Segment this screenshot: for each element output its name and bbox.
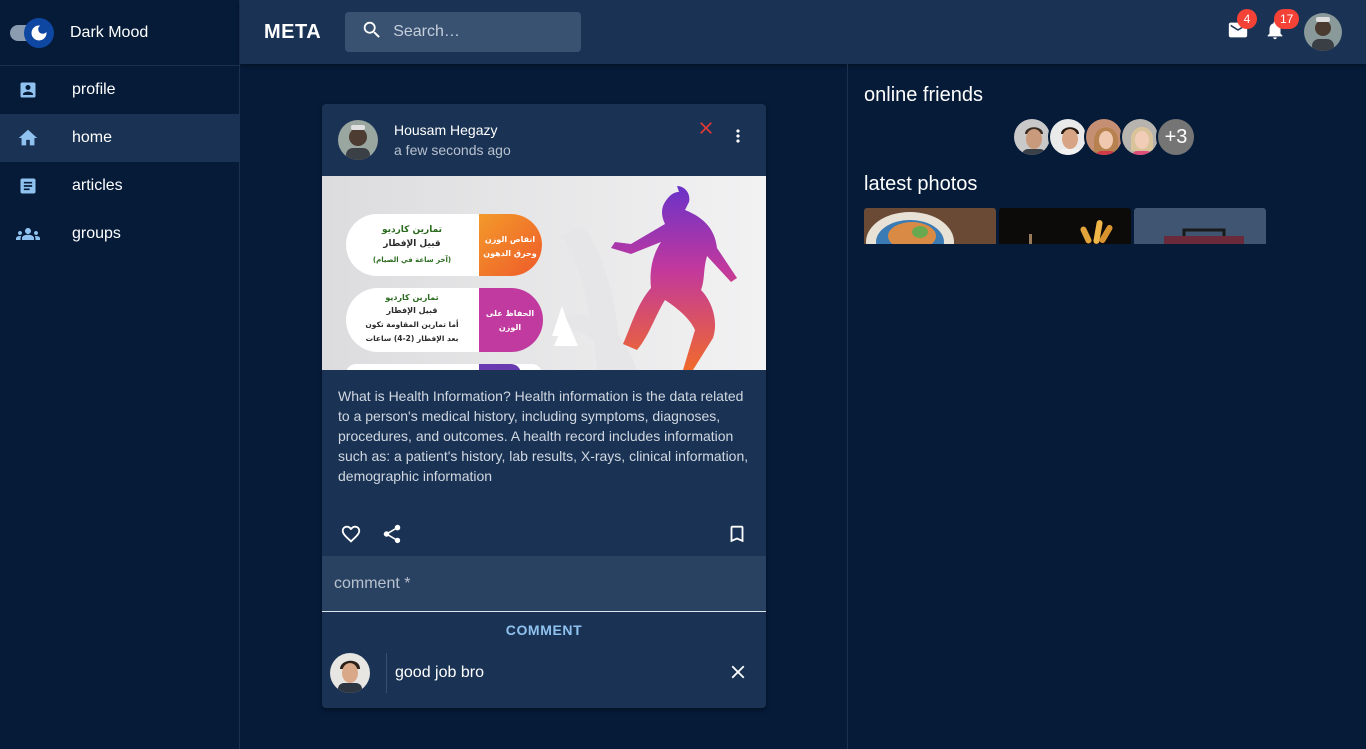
comment-item: good job bro bbox=[322, 648, 766, 698]
friend-avatar[interactable] bbox=[1012, 117, 1052, 157]
heart-outline-icon bbox=[341, 525, 361, 543]
comment-submit-button[interactable]: COMMENT bbox=[322, 612, 766, 648]
close-icon bbox=[731, 665, 745, 679]
share-icon bbox=[383, 524, 401, 544]
search-box[interactable] bbox=[345, 12, 582, 52]
online-friends-title: online friends bbox=[864, 84, 983, 106]
sidebar-item-label: profile bbox=[72, 81, 116, 98]
image-text: انقاص الوزن bbox=[485, 235, 536, 245]
search-icon bbox=[361, 19, 383, 46]
post-author: Housam Hegazy bbox=[394, 122, 498, 138]
home-icon bbox=[16, 126, 40, 150]
delete-comment-button[interactable] bbox=[726, 660, 750, 684]
moon-icon bbox=[24, 17, 54, 48]
more-vert-icon bbox=[736, 129, 740, 143]
post-header: Housam Hegazy a few seconds ago bbox=[322, 104, 766, 176]
sidebar-item-label: home bbox=[72, 129, 113, 146]
dark-mode-switch[interactable] bbox=[8, 17, 56, 49]
like-button[interactable] bbox=[331, 514, 371, 554]
image-text: الحفاظ على bbox=[486, 309, 534, 318]
theme-toggle-row: Dark Mood bbox=[0, 0, 239, 66]
commenter-avatar[interactable] bbox=[330, 653, 370, 693]
notifications-button[interactable]: 17 bbox=[1261, 9, 1300, 52]
photo-thumbnail[interactable] bbox=[999, 208, 1131, 244]
image-text: بعد الإفطار (2-4) ساعات bbox=[366, 334, 459, 343]
latest-photos-title: latest photos bbox=[864, 173, 978, 195]
sidebar-item-label: articles bbox=[72, 177, 123, 194]
close-icon bbox=[700, 122, 712, 134]
comment-divider bbox=[386, 653, 387, 693]
image-text: الوزن bbox=[499, 323, 521, 332]
author-avatar[interactable] bbox=[338, 120, 378, 160]
post-body: What is Health Information? Health infor… bbox=[338, 388, 749, 484]
notification-badge: 17 bbox=[1274, 9, 1300, 29]
friend-avatar[interactable] bbox=[1120, 117, 1160, 157]
sidebar-item-label: groups bbox=[72, 225, 121, 242]
account-box-icon bbox=[16, 78, 40, 102]
more-friends-badge[interactable]: +3 bbox=[1156, 117, 1196, 157]
image-text: أما تمارين المقاومة تكون bbox=[365, 319, 458, 329]
bookmark-outline-icon bbox=[730, 525, 744, 543]
image-text: قبيل الإفطار bbox=[385, 306, 437, 315]
mail-button[interactable]: 4 bbox=[1224, 9, 1257, 52]
article-icon bbox=[16, 174, 40, 198]
latest-photos-grid bbox=[864, 208, 1366, 244]
sidebar-item-home[interactable]: home bbox=[0, 114, 239, 162]
post-image: تمارين كارديو قبيل الإفطار (آخر ساعة في … bbox=[322, 176, 766, 370]
photo-thumbnail[interactable] bbox=[1134, 208, 1266, 244]
sidebar: Dark Mood profile home articles groups bbox=[0, 0, 240, 749]
right-panel: online friends +3 latest photos bbox=[847, 64, 1366, 749]
friend-avatar[interactable] bbox=[1048, 117, 1088, 157]
image-text: تمارين كارديو bbox=[381, 225, 442, 235]
sidebar-item-groups[interactable]: groups bbox=[0, 210, 239, 258]
sidebar-item-profile[interactable]: profile bbox=[0, 66, 239, 114]
image-text: تمارين كارديو bbox=[384, 293, 438, 302]
delete-post-button[interactable] bbox=[696, 118, 716, 138]
groups-icon bbox=[16, 222, 40, 246]
mail-badge: 4 bbox=[1237, 9, 1257, 29]
top-app-bar: META 4 17 bbox=[240, 0, 1366, 64]
search-input[interactable] bbox=[393, 23, 564, 41]
brand-title: META bbox=[264, 20, 322, 43]
post-actions bbox=[322, 506, 766, 556]
comment-input[interactable] bbox=[334, 574, 734, 593]
bookmark-button[interactable] bbox=[717, 514, 757, 554]
share-button[interactable] bbox=[372, 514, 412, 554]
image-text: (آخر ساعة في الصيام) bbox=[373, 255, 451, 264]
post-card: Housam Hegazy a few seconds ago تمارين ك… bbox=[322, 104, 766, 708]
comment-text: good job bro bbox=[395, 664, 484, 681]
theme-label: Dark Mood bbox=[70, 23, 149, 41]
post-time: a few seconds ago bbox=[394, 142, 511, 158]
sidebar-item-articles[interactable]: articles bbox=[0, 162, 239, 210]
comment-field[interactable] bbox=[322, 556, 766, 612]
user-avatar[interactable] bbox=[1304, 13, 1342, 51]
friend-avatar[interactable] bbox=[1084, 117, 1124, 157]
image-text: وحرق الدهون bbox=[483, 249, 536, 258]
online-friends-avatars: +3 bbox=[1012, 117, 1366, 157]
photo-thumbnail[interactable] bbox=[864, 208, 996, 244]
more-options-button[interactable] bbox=[728, 124, 748, 148]
image-text: قبيل الإفطار bbox=[382, 239, 441, 249]
